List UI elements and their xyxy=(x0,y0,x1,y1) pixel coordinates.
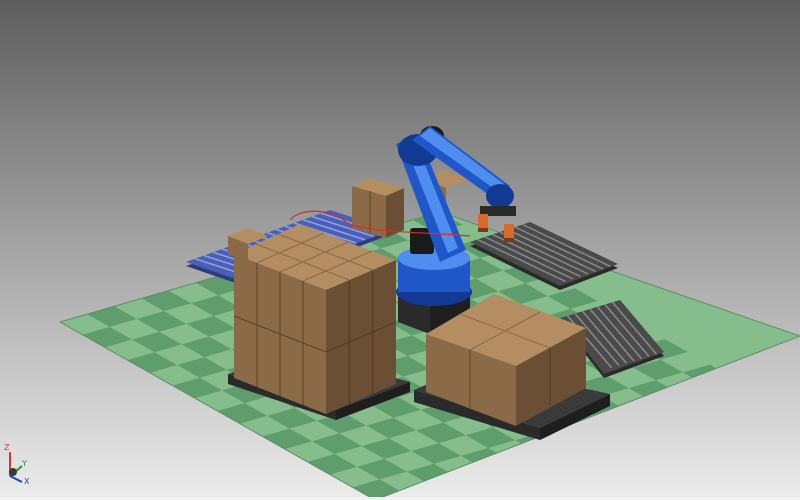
3d-viewport[interactable]: Z Y X xyxy=(0,0,800,500)
gripper-right xyxy=(504,224,514,240)
gripper-left xyxy=(478,214,488,230)
axis-z-label: Z xyxy=(4,443,10,452)
axis-y-label: Y xyxy=(22,459,27,468)
gripper-left-base xyxy=(478,228,488,232)
robot-wrist xyxy=(486,184,514,208)
axis-x-label: X xyxy=(24,477,30,486)
axis-origin xyxy=(9,468,17,476)
gripper-right-base xyxy=(504,238,514,242)
scene-canvas[interactable] xyxy=(0,0,800,500)
